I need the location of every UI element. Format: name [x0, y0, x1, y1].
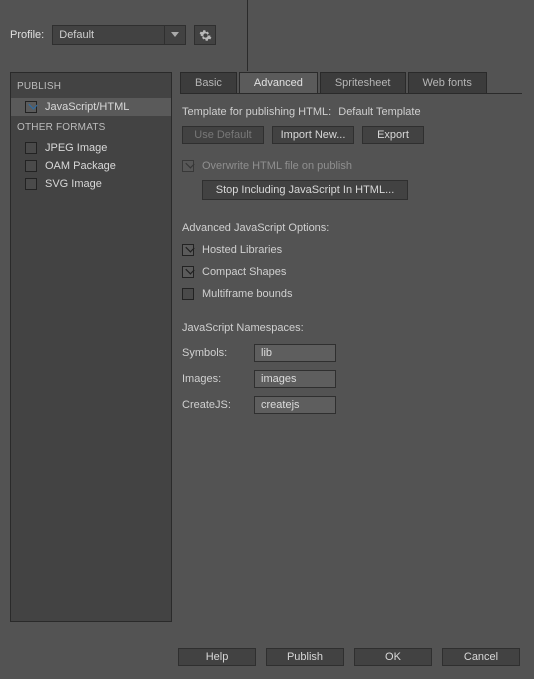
advanced-js-heading: Advanced JavaScript Options:: [182, 222, 520, 234]
images-label: Images:: [182, 373, 248, 385]
profile-label: Profile:: [10, 29, 44, 41]
createjs-row: CreateJS:: [182, 396, 520, 414]
advanced-pane: Template for publishing HTML: Default Te…: [180, 94, 522, 422]
tabs: Basic Advanced Spritesheet Web fonts: [180, 72, 522, 94]
checkbox-icon[interactable]: [25, 178, 37, 190]
footer: Help Publish OK Cancel: [0, 635, 534, 679]
sidebar-heading-other: OTHER FORMATS: [11, 120, 171, 139]
use-default-button[interactable]: Use Default: [182, 126, 264, 144]
profile-gear-button[interactable]: [194, 25, 216, 45]
images-input[interactable]: [254, 370, 336, 388]
profile-row: Profile: Default: [0, 0, 534, 58]
overwrite-row: Overwrite HTML file on publish: [182, 160, 520, 172]
compact-shapes-row: Compact Shapes: [182, 266, 520, 278]
sidebar-heading-publish: PUBLISH: [11, 79, 171, 98]
profile-selected-value: Default: [59, 29, 94, 41]
sidebar-item-jpeg[interactable]: JPEG Image: [11, 139, 171, 157]
checkbox-icon[interactable]: [25, 160, 37, 172]
symbols-row: Symbols:: [182, 344, 520, 362]
symbols-label: Symbols:: [182, 347, 248, 359]
cancel-button[interactable]: Cancel: [442, 648, 520, 666]
tab-basic[interactable]: Basic: [180, 72, 237, 94]
mid-row: PUBLISH JavaScript/HTML OTHER FORMATS JP…: [0, 58, 534, 635]
sidebar-item-label: JPEG Image: [45, 142, 107, 154]
symbols-input[interactable]: [254, 344, 336, 362]
checkbox-icon[interactable]: [25, 142, 37, 154]
template-buttons: Use Default Import New... Export: [182, 126, 520, 144]
gear-icon: [199, 29, 212, 42]
content-pane: Basic Advanced Spritesheet Web fonts Tem…: [178, 72, 524, 622]
hosted-libraries-checkbox[interactable]: [182, 244, 194, 256]
sidebar-item-label: JavaScript/HTML: [45, 101, 129, 113]
template-label: Template for publishing HTML:: [182, 106, 331, 118]
compact-shapes-checkbox[interactable]: [182, 266, 194, 278]
overwrite-checkbox: [182, 160, 194, 172]
help-button[interactable]: Help: [178, 648, 256, 666]
checkbox-icon[interactable]: [25, 101, 37, 113]
overwrite-label: Overwrite HTML file on publish: [202, 160, 352, 172]
template-row: Template for publishing HTML: Default Te…: [182, 106, 520, 118]
tab-spritesheet[interactable]: Spritesheet: [320, 72, 406, 94]
sidebar: PUBLISH JavaScript/HTML OTHER FORMATS JP…: [10, 72, 172, 622]
template-value: Default Template: [338, 106, 420, 118]
sidebar-item-label: OAM Package: [45, 160, 116, 172]
createjs-input[interactable]: [254, 396, 336, 414]
sidebar-item-js-html[interactable]: JavaScript/HTML: [11, 98, 171, 116]
multiframe-bounds-checkbox[interactable]: [182, 288, 194, 300]
sidebar-item-svg[interactable]: SVG Image: [11, 175, 171, 193]
multiframe-bounds-label: Multiframe bounds: [202, 288, 293, 300]
createjs-label: CreateJS:: [182, 399, 248, 411]
hosted-libraries-label: Hosted Libraries: [202, 244, 282, 256]
chevron-down-icon: [164, 26, 179, 44]
profile-select[interactable]: Default: [52, 25, 186, 45]
hosted-libraries-row: Hosted Libraries: [182, 244, 520, 256]
export-button[interactable]: Export: [362, 126, 424, 144]
dialog-root: Profile: Default PUBLISH JavaScript/HTML…: [0, 0, 534, 679]
tab-webfonts[interactable]: Web fonts: [408, 72, 487, 94]
publish-button[interactable]: Publish: [266, 648, 344, 666]
import-new-button[interactable]: Import New...: [272, 126, 354, 144]
sidebar-item-oam[interactable]: OAM Package: [11, 157, 171, 175]
images-row: Images:: [182, 370, 520, 388]
sidebar-item-label: SVG Image: [45, 178, 102, 190]
multiframe-bounds-row: Multiframe bounds: [182, 288, 520, 300]
tab-advanced[interactable]: Advanced: [239, 72, 318, 94]
namespaces-heading: JavaScript Namespaces:: [182, 322, 520, 334]
compact-shapes-label: Compact Shapes: [202, 266, 286, 278]
ok-button[interactable]: OK: [354, 648, 432, 666]
stop-including-js-button[interactable]: Stop Including JavaScript In HTML...: [202, 180, 408, 200]
stop-including-row: Stop Including JavaScript In HTML...: [182, 180, 520, 200]
